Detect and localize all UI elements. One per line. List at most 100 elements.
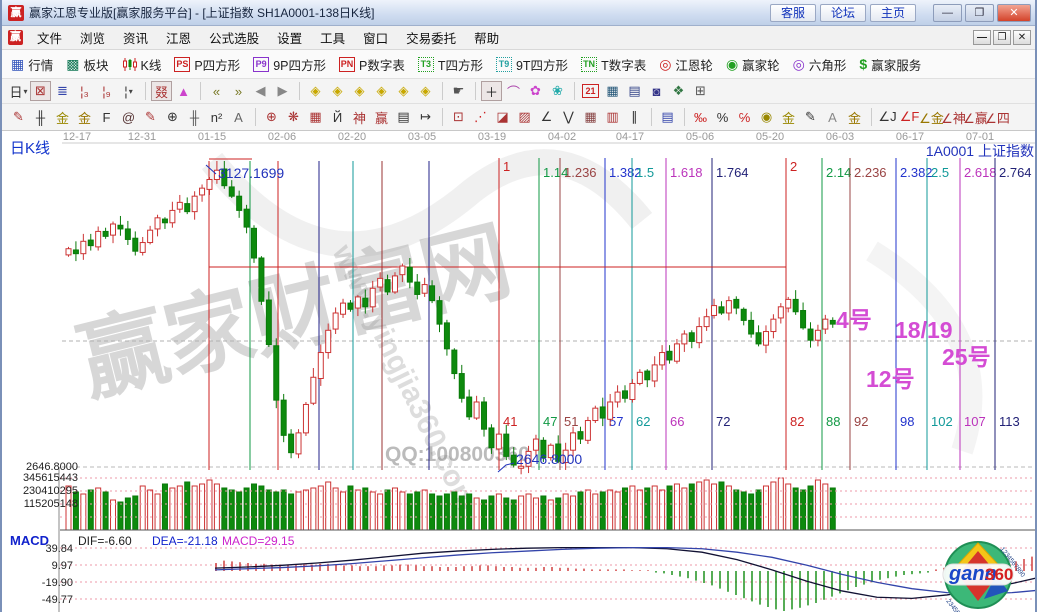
toolbar3-button-25[interactable]: ▦ (580, 107, 601, 127)
toolbar3-button-10[interactable]: A (228, 107, 249, 127)
toolbar3-button-23[interactable]: ∠ (536, 107, 557, 127)
toolbar3-button-18[interactable]: ↦ (415, 107, 436, 127)
toolbar3-button-19[interactable]: ⊡ (448, 107, 469, 127)
toolbar2-button-1[interactable]: ⊠ (30, 81, 51, 101)
toolbar1-button-10[interactable]: ◉赢家轮 (723, 53, 783, 76)
menu-item-1[interactable]: 浏览 (71, 26, 114, 49)
titlebar-button-2[interactable]: 主页 (870, 4, 916, 22)
minimize-button[interactable]: — (933, 4, 962, 22)
toolbar3-button-1[interactable]: ╫ (30, 107, 51, 127)
toolbar2-button-24[interactable]: ▦ (602, 81, 623, 101)
toolbar3-button-3[interactable]: 金 (74, 107, 95, 127)
menu-item-3[interactable]: 江恩 (157, 26, 200, 49)
toolbar1-button-2[interactable]: K线 (119, 53, 165, 76)
toolbar2-button-14[interactable]: ◈ (349, 81, 370, 101)
toolbar3-button-38[interactable]: ∠F (899, 107, 920, 127)
titlebar-button-0[interactable]: 客服 (770, 4, 816, 22)
toolbar3-button-16[interactable]: 赢 (371, 107, 392, 127)
toolbar3-button-29[interactable]: ‰ (690, 107, 711, 127)
toolbar3-button-32[interactable]: ◉ (756, 107, 777, 127)
toolbar2-button-9[interactable]: » (228, 81, 249, 101)
restore-button[interactable]: ❐ (965, 4, 994, 22)
toolbar3-button-5[interactable]: @ (118, 107, 139, 127)
menu-item-7[interactable]: 窗口 (354, 26, 397, 49)
toolbar3-button-37[interactable]: ∠J (877, 107, 898, 127)
toolbar2-button-5[interactable]: ¦▾ (118, 81, 139, 101)
toolbar1-button-5[interactable]: PNP数字表 (336, 53, 408, 76)
toolbar2-button-6[interactable]: 叕 (151, 81, 172, 101)
toolbar3-button-21[interactable]: ◪ (492, 107, 513, 127)
toolbar3-button-40[interactable]: ∠神 (943, 107, 964, 127)
toolbar3-button-17[interactable]: ▤ (393, 107, 414, 127)
mdi-minimize-button[interactable]: — (973, 30, 991, 45)
toolbar2-button-2[interactable]: ≣ (52, 81, 73, 101)
toolbar3-button-8[interactable]: ╫ (184, 107, 205, 127)
menu-item-9[interactable]: 帮助 (465, 26, 508, 49)
toolbar3-button-7[interactable]: ⊕ (162, 107, 183, 127)
toolbar2-button-7[interactable]: ▲ (173, 81, 194, 101)
toolbar2-button-19[interactable]: ＋ (481, 81, 502, 101)
toolbar3-button-27[interactable]: ∥ (624, 107, 645, 127)
toolbar2-button-22[interactable]: ❀ (547, 81, 568, 101)
toolbar2-button-13[interactable]: ◈ (327, 81, 348, 101)
toolbar2-button-11[interactable]: ▶ (272, 81, 293, 101)
toolbar3-button-36[interactable]: 金 (844, 107, 865, 127)
toolbar3-button-15[interactable]: 神 (349, 107, 370, 127)
toolbar3-button-14[interactable]: Й (327, 107, 348, 127)
toolbar3-button-39[interactable]: ∠金 (921, 107, 942, 127)
toolbar3-button-9[interactable]: n² (206, 107, 227, 127)
toolbar3-button-12[interactable]: ❋ (283, 107, 304, 127)
menu-item-8[interactable]: 交易委托 (397, 26, 465, 49)
toolbar3-button-13[interactable]: ▦ (305, 107, 326, 127)
toolbar3-button-30[interactable]: % (712, 107, 733, 127)
toolbar3-button-31[interactable]: ℅ (734, 107, 755, 127)
toolbar3-button-0[interactable]: ✎ (8, 107, 29, 127)
toolbar2-button-8[interactable]: « (206, 81, 227, 101)
toolbar1-button-4[interactable]: P99P四方形 (250, 53, 329, 76)
menu-item-4[interactable]: 公式选股 (200, 26, 268, 49)
toolbar2-button-10[interactable]: ◀ (250, 81, 271, 101)
toolbar1-button-6[interactable]: T3T四方形 (415, 53, 486, 76)
toolbar3-button-26[interactable]: ▥ (602, 107, 623, 127)
mdi-close-button[interactable]: ✕ (1013, 30, 1031, 45)
toolbar1-button-0[interactable]: ▦行情 (8, 53, 56, 76)
titlebar-button-1[interactable]: 论坛 (820, 4, 866, 22)
toolbar1-button-8[interactable]: TNT数字表 (578, 53, 649, 76)
toolbar3-button-28[interactable]: ▤ (657, 107, 678, 127)
toolbar2-button-26[interactable]: ◙ (646, 81, 667, 101)
toolbar1-button-7[interactable]: T99T四方形 (493, 53, 571, 76)
menu-item-2[interactable]: 资讯 (114, 26, 157, 49)
menu-item-0[interactable]: 文件 (28, 26, 71, 49)
toolbar2-button-20[interactable]: ⌒ (503, 81, 524, 101)
menu-item-5[interactable]: 设置 (268, 26, 311, 49)
toolbar1-button-9[interactable]: ◎江恩轮 (656, 53, 716, 76)
toolbar2-button-12[interactable]: ◈ (305, 81, 326, 101)
toolbar3-button-34[interactable]: ✎ (800, 107, 821, 127)
kline-chart-canvas[interactable]: 赢家财富网www.yingjia360.comQQ:10080036012-17… (2, 131, 1037, 612)
toolbar2-button-25[interactable]: ▤ (624, 81, 645, 101)
menu-item-6[interactable]: 工具 (311, 26, 354, 49)
toolbar2-button-23[interactable]: 21 (580, 81, 601, 101)
toolbar2-button-4[interactable]: ¦₉ (96, 81, 117, 101)
toolbar3-button-41[interactable]: ∠赢 (965, 107, 986, 127)
mdi-restore-button[interactable]: ❐ (993, 30, 1011, 45)
toolbar3-button-11[interactable]: ⊕ (261, 107, 282, 127)
toolbar2-button-21[interactable]: ✿ (525, 81, 546, 101)
toolbar1-button-11[interactable]: ◎六角形 (790, 53, 850, 76)
toolbar1-button-1[interactable]: ▩板块 (63, 53, 111, 76)
toolbar3-button-42[interactable]: ∠四 (987, 107, 1008, 127)
toolbar2-button-28[interactable]: ⊞ (690, 81, 711, 101)
toolbar3-button-6[interactable]: ✎ (140, 107, 161, 127)
toolbar3-button-20[interactable]: ⋰ (470, 107, 491, 127)
toolbar3-button-35[interactable]: A (822, 107, 843, 127)
close-button[interactable]: ✕ (997, 4, 1031, 22)
toolbar2-button-15[interactable]: ◈ (371, 81, 392, 101)
toolbar1-button-12[interactable]: $赢家服务 (856, 53, 924, 76)
toolbar2-button-16[interactable]: ◈ (393, 81, 414, 101)
toolbar3-button-4[interactable]: F (96, 107, 117, 127)
toolbar2-button-18[interactable]: ☛ (448, 81, 469, 101)
toolbar3-button-2[interactable]: 金 (52, 107, 73, 127)
toolbar3-button-22[interactable]: ▨ (514, 107, 535, 127)
chart-area[interactable]: 赢家财富网www.yingjia360.comQQ:10080036012-17… (2, 131, 1037, 612)
toolbar1-button-3[interactable]: PSP四方形 (171, 53, 243, 76)
